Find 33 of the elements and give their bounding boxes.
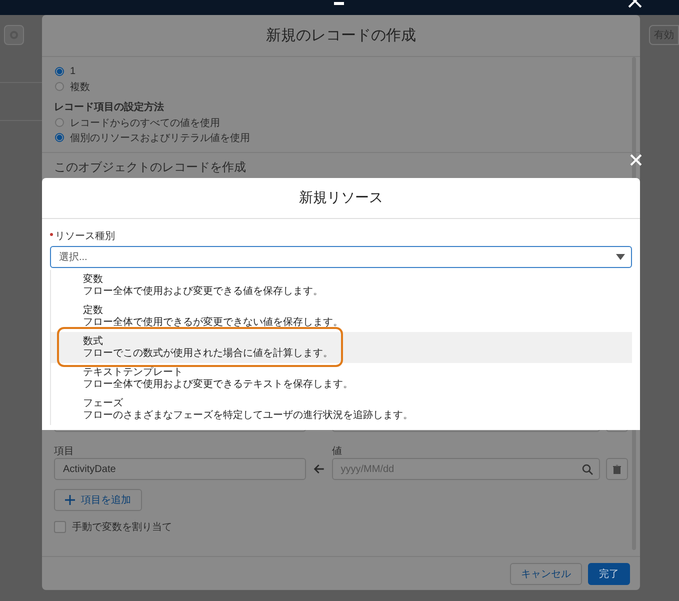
modal-title: 新規リソース [299,189,383,207]
dropdown-option[interactable]: 変数 フロー全体で使用および変更できる値を保存します。 [51,270,632,301]
radio-button[interactable] [55,133,64,142]
radio-label: 個別のリソースおよびリテラル値を使用 [70,132,250,144]
delete-button[interactable] [606,458,628,480]
radio-button[interactable] [55,82,64,91]
field-label: 値 [332,445,343,458]
resource-type-dropdown[interactable]: 選択... [50,246,632,268]
plus-icon [65,495,75,505]
done-button[interactable]: 完了 [588,562,630,584]
left-arrow-icon [312,464,326,474]
field-label: レコード項目の設定方法 [54,100,165,114]
dropdown-option[interactable]: テキストテンプレート フロー全体で使用および変更できるテキストを保存します。 [51,363,632,394]
close-icon[interactable] [628,0,642,8]
checkbox[interactable] [54,521,66,533]
search-icon [582,464,594,474]
section-title: このオブジェクトのレコードを作成 [54,159,247,176]
radio-label: レコードからのすべての値を使用 [70,116,220,130]
trash-icon [613,464,622,474]
input-field[interactable]: ActivityDate [54,458,306,480]
field-label: リソース種別 [55,230,115,243]
minimize-icon[interactable] [334,2,344,6]
radio-label: 1 [70,66,76,77]
radio-label: 複数 [70,80,90,94]
dropdown-option[interactable]: フェーズ フローのさまざまなフェーズを特定してユーザの進行状況を追跡します。 [51,394,632,425]
radio-button[interactable] [55,67,64,76]
dropdown-caret-icon [616,254,625,260]
radio-button[interactable] [55,118,64,127]
field-label: 項目 [54,445,75,458]
checkbox-label: 手動で変数を割り当て [72,520,172,534]
settings-button[interactable] [4,25,24,45]
close-icon[interactable] [630,154,642,166]
modal-title: 新規のレコードの作成 [266,26,416,45]
